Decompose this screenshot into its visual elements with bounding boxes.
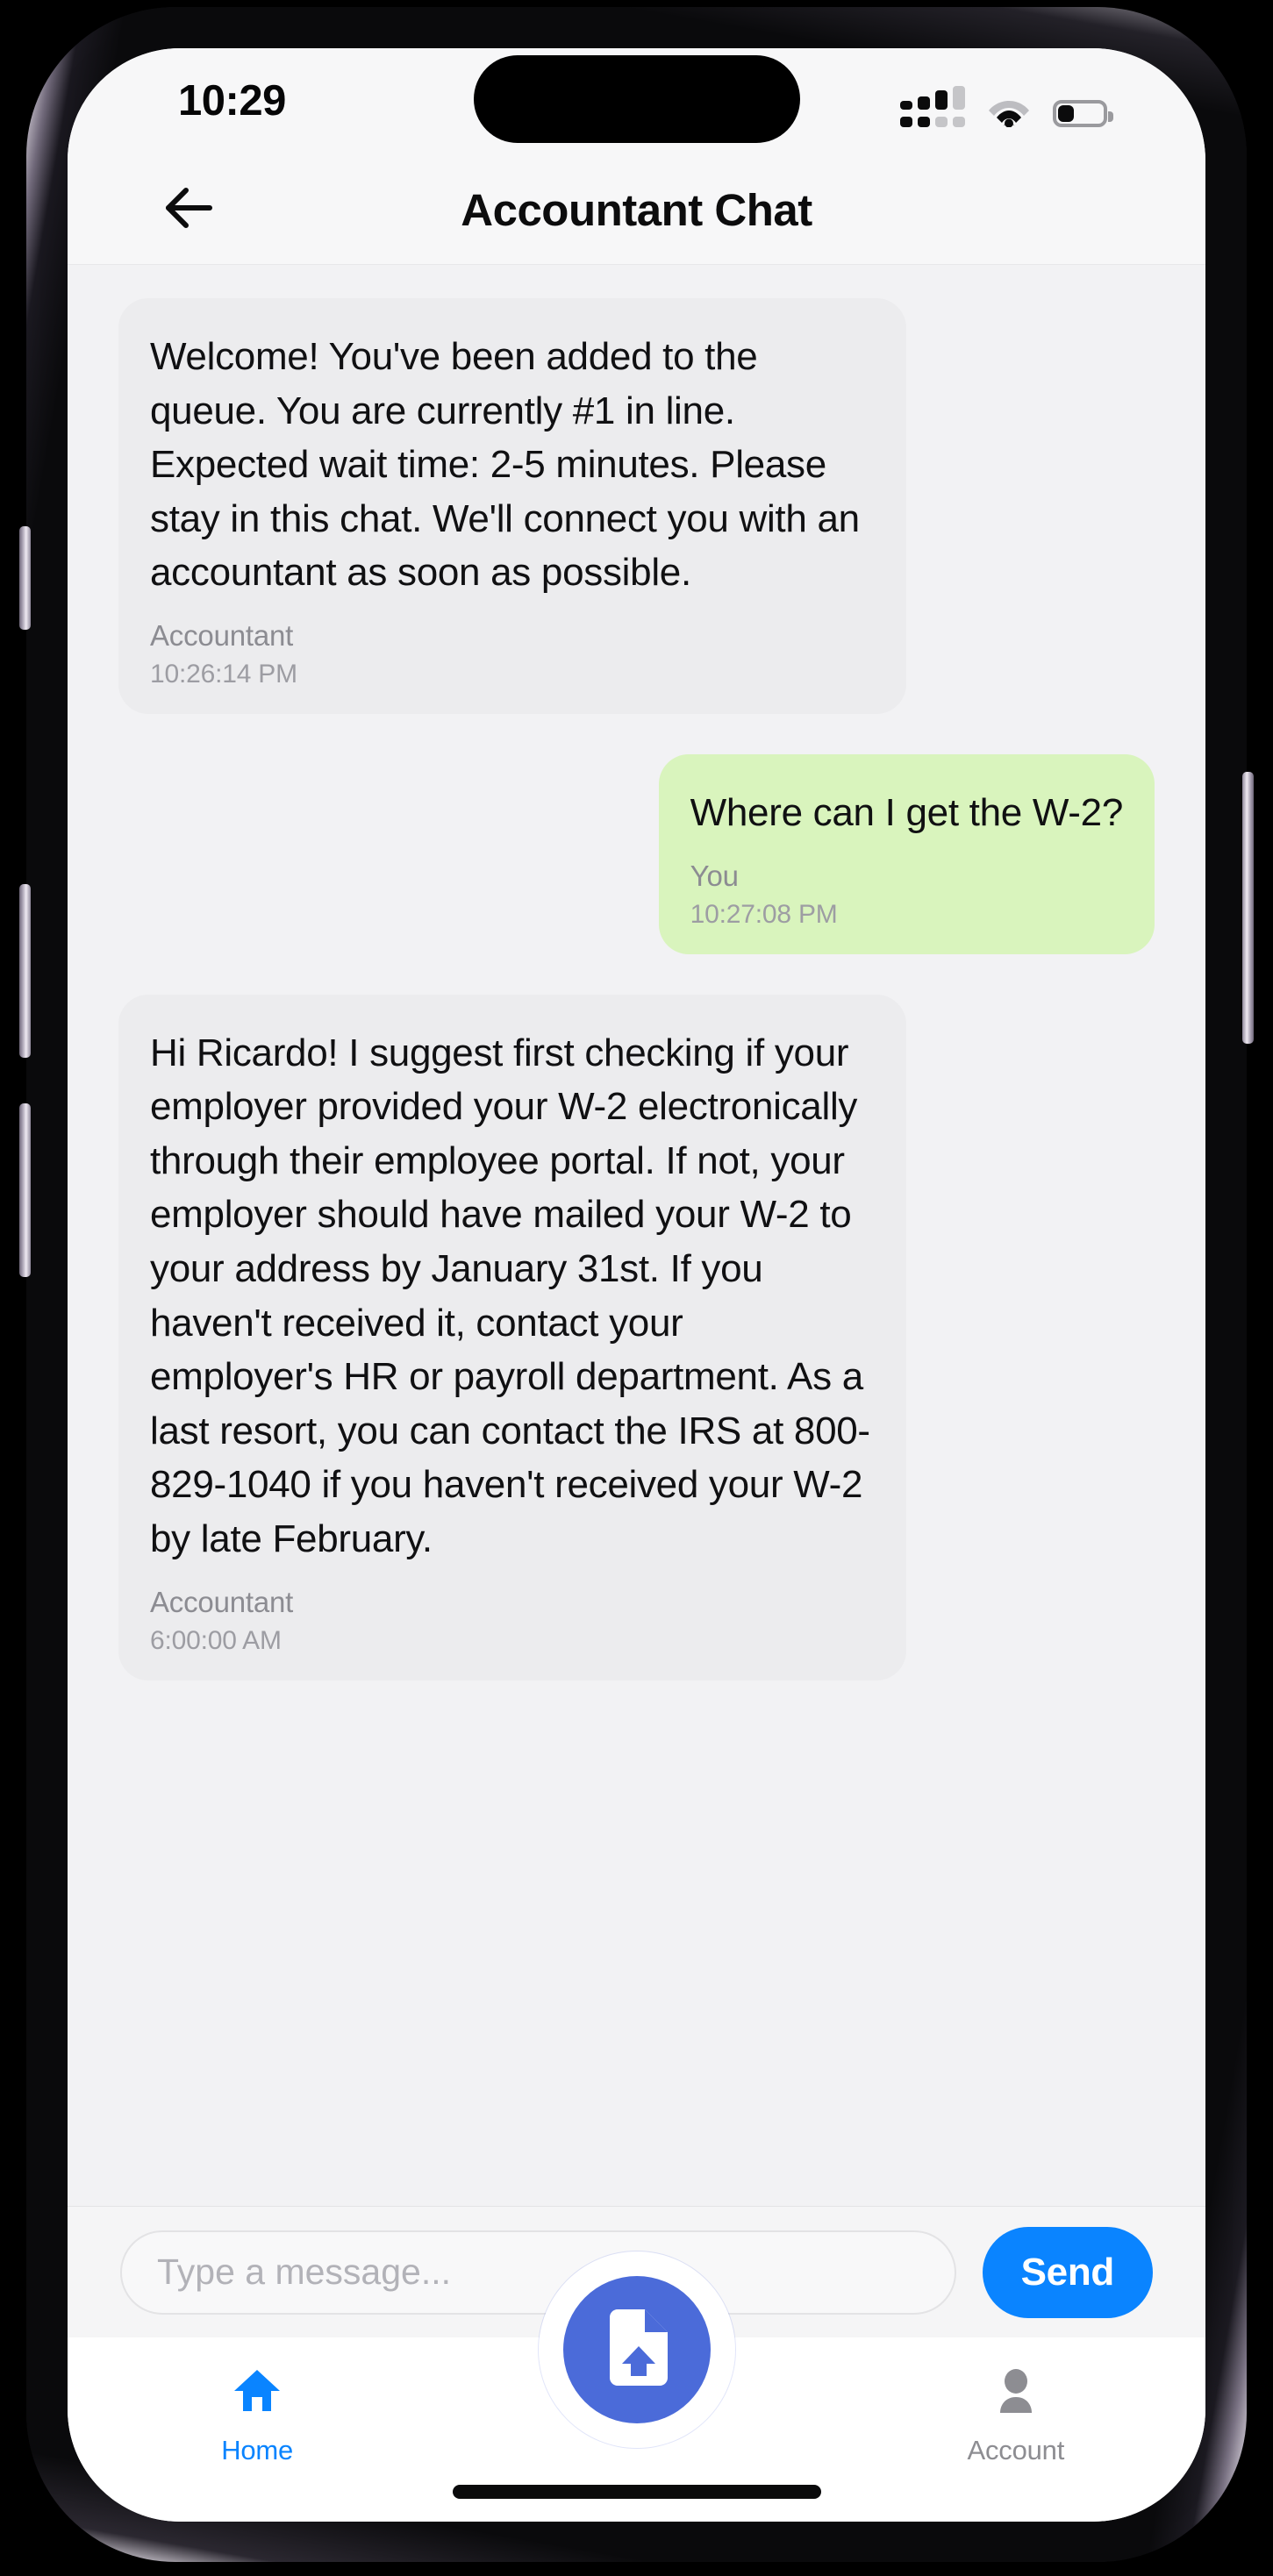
- volume-up-button[interactable]: [19, 884, 31, 1058]
- back-arrow-icon: [164, 187, 217, 232]
- status-bar-time: 10:29: [178, 77, 286, 125]
- chat-bubble-agent[interactable]: Hi Ricardo! I suggest first checking if …: [118, 994, 906, 1680]
- chat-message-list[interactable]: Welcome! You've been added to the queue.…: [68, 265, 1205, 2206]
- upload-fab-container: [538, 2251, 735, 2448]
- app-header: Accountant Chat: [68, 155, 1205, 265]
- message-text: Where can I get the W-2?: [690, 790, 1124, 834]
- power-button[interactable]: [1242, 772, 1254, 1044]
- message-timestamp: 10:27:08 PM: [690, 899, 838, 929]
- person-icon: [992, 2367, 1040, 2419]
- message-row: Hi Ricardo! I suggest first checking if …: [118, 994, 1155, 1680]
- action-button[interactable]: [19, 526, 31, 630]
- tab-account[interactable]: Account: [826, 2367, 1205, 2466]
- phone-screen: 10:29 Accountant Chat Welcome! You've be…: [68, 48, 1205, 2522]
- document-upload-icon: [599, 2306, 675, 2394]
- tab-home-label: Home: [221, 2435, 294, 2465]
- page-title: Accountant Chat: [461, 184, 812, 235]
- chat-bubble-user[interactable]: Where can I get the W-2? You 10:27:08 PM: [658, 753, 1155, 954]
- dynamic-island: [473, 55, 800, 143]
- message-sender: Accountant: [150, 1585, 294, 1618]
- message-timestamp: 10:26:14 PM: [150, 659, 297, 689]
- send-button[interactable]: Send: [982, 2226, 1153, 2318]
- volume-down-button[interactable]: [19, 1103, 31, 1277]
- message-input[interactable]: [120, 2230, 956, 2315]
- status-bar-icons: [900, 86, 1113, 128]
- battery-fill: [1058, 105, 1075, 122]
- message-sender: Accountant: [150, 618, 294, 652]
- back-button[interactable]: [157, 176, 224, 243]
- message-row: Where can I get the W-2? You 10:27:08 PM: [118, 753, 1155, 954]
- message-text: Hi Ricardo! I suggest first checking if …: [150, 1031, 874, 1560]
- message-row: Welcome! You've been added to the queue.…: [118, 298, 1155, 714]
- bottom-tab-bar: Home Account: [68, 2251, 1205, 2522]
- chat-bubble-agent[interactable]: Welcome! You've been added to the queue.…: [118, 298, 906, 714]
- home-icon: [232, 2367, 282, 2419]
- cellular-signal-icon: [900, 86, 965, 127]
- message-sender: You: [690, 859, 739, 892]
- message-text: Welcome! You've been added to the queue.…: [150, 335, 870, 595]
- tab-home[interactable]: Home: [68, 2367, 447, 2466]
- message-timestamp: 6:00:00 AM: [150, 1625, 282, 1655]
- screenshot-stage: 10:29 Accountant Chat Welcome! You've be…: [0, 0, 1273, 2576]
- wifi-icon: [988, 96, 1030, 128]
- home-indicator: [452, 2485, 821, 2499]
- tab-account-label: Account: [967, 2435, 1065, 2465]
- battery-icon: [1053, 100, 1113, 127]
- status-bar: 10:29: [68, 48, 1205, 155]
- upload-document-fab[interactable]: [562, 2276, 711, 2423]
